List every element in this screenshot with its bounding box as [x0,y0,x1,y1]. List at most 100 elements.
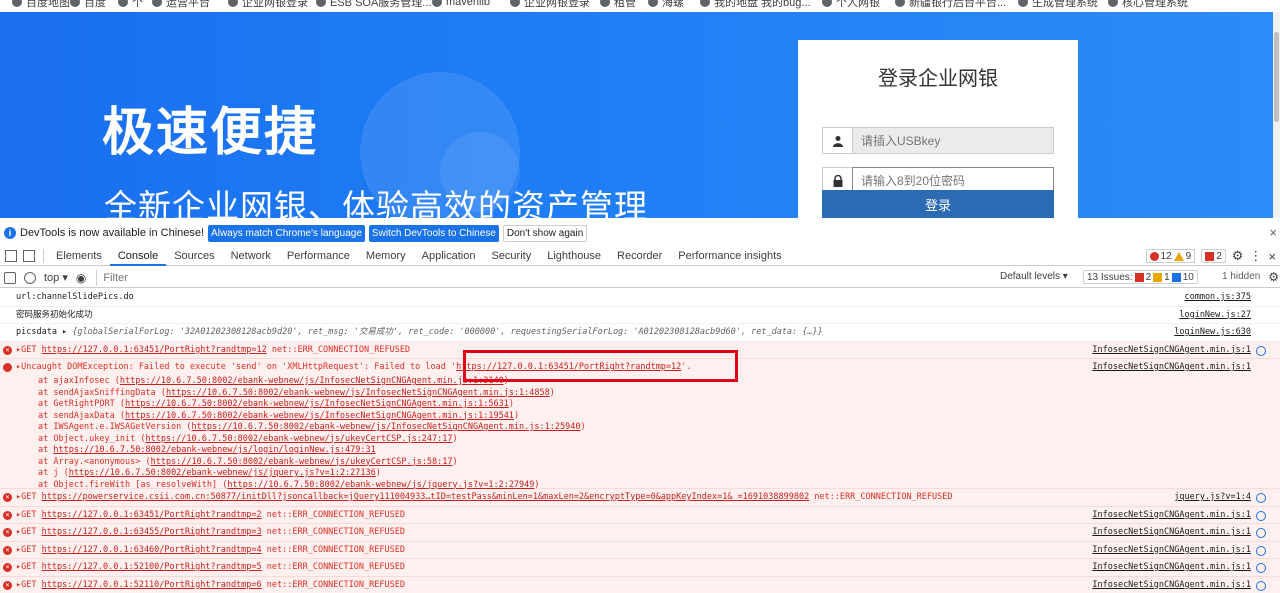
network-request-icon[interactable] [1256,493,1266,503]
source-link[interactable]: InfosecNetSignCNGAgent.min.js:1 [1092,342,1251,359]
bookmark[interactable]: 运营平台 [152,0,210,10]
stack-frame: at j (https://10.6.7.50:8002/ebank-webne… [38,468,381,478]
request-url-link[interactable]: https://127.0.0.1:63451/PortRight?randtm… [42,510,262,520]
tab-security[interactable]: Security [483,246,539,266]
bookmark[interactable]: 个 [118,0,143,10]
object-preview[interactable]: {globalSerialForLog: '32A01202308128acb9… [72,327,822,337]
stack-frame-link[interactable]: https://10.6.7.50:8002/ebank-webnew/js/u… [151,457,453,467]
request-url-link[interactable]: https://127.0.0.1:52100/PortRight?randtm… [42,562,262,572]
request-url-link[interactable]: https://127.0.0.1:63460/PortRight?randtm… [42,545,262,555]
issues-counter[interactable]: 2 [1201,249,1226,263]
network-request-icon[interactable] [1256,528,1266,538]
source-link[interactable]: InfosecNetSignCNGAgent.min.js:1 [1092,542,1251,559]
source-link[interactable]: InfosecNetSignCNGAgent.min.js:1 [1092,359,1251,376]
bookmark[interactable]: 我的地盘 我的bug... [700,0,811,10]
bookmark[interactable]: 个人网银 [822,0,880,10]
tab-recorder[interactable]: Recorder [609,246,670,266]
source-link[interactable]: InfosecNetSignCNGAgent.min.js:1 [1092,559,1251,576]
bookmark-icon [1108,0,1118,7]
sidebar-toggle-icon[interactable] [4,271,16,284]
eye-icon[interactable]: ◉ [76,271,86,285]
network-request-icon[interactable] [1256,580,1266,591]
tab-memory[interactable]: Memory [358,246,414,266]
dont-show-again-button[interactable]: Don't show again [502,224,588,242]
console-error: × ▸GET https://127.0.0.1:63455/PortRight… [0,524,1280,542]
usbkey-input[interactable] [852,127,1054,154]
bookmark[interactable]: 百度 [70,0,106,10]
tab-console[interactable]: Console [109,246,167,266]
bookmark[interactable]: 核心管理系统 [1108,0,1188,10]
inspect-element-icon[interactable] [5,249,17,262]
hidden-count: 1 hidden [1222,271,1261,282]
console-settings-icon[interactable]: ⚙ [1268,270,1279,284]
highlight-annotation-box [463,350,738,382]
network-request-icon[interactable] [1256,510,1266,521]
context-selector[interactable]: top ▾ [40,271,72,284]
bookmark-icon [648,0,658,7]
close-devtools-icon[interactable]: × [1268,249,1276,264]
request-url-link[interactable]: https://127.0.0.1:63455/PortRight?randtm… [42,527,262,537]
stack-frame-link[interactable]: https://10.6.7.50:8002/ebank-webnew/js/I… [166,388,550,398]
tab-network[interactable]: Network [223,246,279,266]
network-request-icon[interactable] [1256,563,1266,573]
console-filter-input[interactable] [96,269,967,286]
stack-frame: at sendAjaxSniffingData (https://10.6.7.… [38,387,555,398]
stack-frame-link[interactable]: https://10.6.7.50:8002/ebank-webnew/js/j… [227,480,534,490]
device-toolbar-icon[interactable] [23,249,35,262]
page-scrollbar[interactable] [1273,12,1280,218]
bookmark[interactable]: mavenlib [432,0,490,10]
bookmark[interactable]: 租管 [600,0,636,10]
stack-frame-link[interactable]: https://10.6.7.50:8002/ebank-webnew/js/I… [125,399,509,409]
console-toolbar: top ▾ ◉ Default levels ▾ 13 Issues: 2 1 … [0,268,1280,288]
bookmark[interactable]: 百度地图 [12,0,70,10]
stack-frame-link[interactable]: https://10.6.7.50:8002/ebank-webnew/js/I… [192,422,581,432]
warning-icon [1173,251,1184,261]
bookmark-icon [895,0,905,7]
info-icon: i [4,227,16,239]
switch-to-chinese-button[interactable]: Switch DevTools to Chinese [368,224,499,242]
usbkey-field [822,127,1054,154]
bookmark[interactable]: 企业网银登录 [510,0,590,10]
stack-frame-link[interactable]: https://10.6.7.50:8002/ebank-webnew/js/j… [69,468,376,478]
request-url-link[interactable]: https://127.0.0.1:63451/PortRight?randtm… [42,345,267,355]
request-url-link[interactable]: https://powerservice.csii.com.cn:50877/i… [42,492,810,502]
always-match-language-button[interactable]: Always match Chrome's language [208,224,365,242]
source-link[interactable]: InfosecNetSignCNGAgent.min.js:1 [1092,577,1251,593]
bookmark[interactable]: 企业网银登录 [228,0,308,10]
login-button[interactable]: 登录 [822,190,1054,218]
request-url-link[interactable]: https://127.0.0.1:52110/PortRight?randtm… [42,580,262,590]
bookmark[interactable]: 新疆银行后台平台... [895,0,1006,10]
error-warning-counter[interactable]: 12 9 [1145,249,1196,263]
source-link[interactable]: InfosecNetSignCNGAgent.min.js:1 [1092,524,1251,541]
source-link[interactable]: InfosecNetSignCNGAgent.min.js:1 [1092,507,1251,524]
issues-summary[interactable]: 13 Issues: 2 1 10 [1083,270,1198,284]
source-link[interactable]: loginNew.js:27 [1179,307,1251,324]
source-link[interactable]: jquery.js?v=1:4 [1174,489,1251,506]
bookmark[interactable]: 海螺 [648,0,684,10]
tab-sources[interactable]: Sources [166,246,222,266]
stack-frame-link[interactable]: https://10.6.7.50:8002/ebank-webnew/js/l… [53,445,375,455]
scrollbar-thumb[interactable] [1274,32,1279,122]
bookmark[interactable]: 生成管理系统 [1018,0,1098,10]
bookmark-icon [316,0,326,7]
log-levels-dropdown[interactable]: Default levels ▾ [1000,271,1068,282]
tab-elements[interactable]: Elements [48,246,110,266]
network-request-icon[interactable] [1256,545,1266,556]
error-icon: × [3,345,12,355]
clear-console-icon[interactable] [24,271,36,284]
network-request-icon[interactable] [1256,345,1266,356]
more-options-icon[interactable]: ⋮ [1249,248,1262,264]
console-error: × ▸GET https://127.0.0.1:52110/PortRight… [0,576,1280,593]
bookmark[interactable]: ESB SOA服务管理... [316,0,431,10]
tab-application[interactable]: Application [414,246,484,266]
gear-icon[interactable]: ⚙ [1232,248,1244,264]
stack-frame-link[interactable]: https://10.6.7.50:8002/ebank-webnew/js/I… [125,411,514,421]
close-icon[interactable]: × [1269,225,1277,240]
tab-performance-insights[interactable]: Performance insights [670,246,789,266]
tab-performance[interactable]: Performance [279,246,358,266]
source-link[interactable]: common.js:375 [1184,289,1251,306]
stack-frame-link[interactable]: https://10.6.7.50:8002/ebank-webnew/js/I… [120,376,504,386]
tab-lighthouse[interactable]: Lighthouse [539,246,609,266]
source-link[interactable]: loginNew.js:630 [1174,324,1251,341]
stack-frame-link[interactable]: https://10.6.7.50:8002/ebank-webnew/js/u… [145,434,452,444]
